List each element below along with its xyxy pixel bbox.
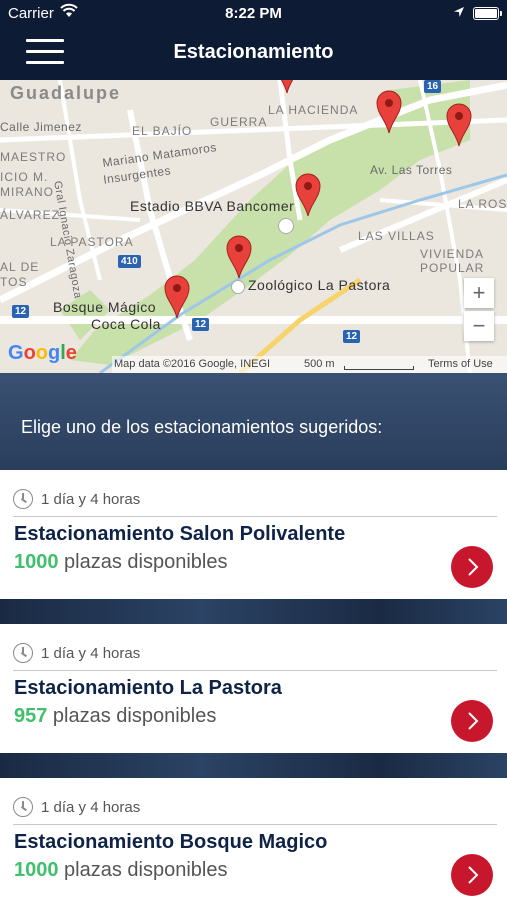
parking-pin-icon[interactable] (295, 173, 321, 217)
map-label-popular: POPULAR (420, 261, 485, 275)
duration-row: 1 día y 4 horas (13, 796, 140, 818)
status-bar: Carrier 8:22 PM (0, 0, 507, 28)
chevron-right-icon (468, 712, 479, 730)
card-separator (0, 599, 507, 624)
status-time: 8:22 PM (225, 5, 282, 22)
map-view[interactable]: Guadalupe LA HACIENDA GUERRA EL BAJÍO Ca… (0, 80, 507, 373)
chevron-right-icon (468, 558, 479, 576)
duration-label: 1 día y 4 horas (41, 490, 141, 508)
card-separator (0, 753, 507, 778)
available-count: 1000 (14, 859, 59, 881)
map-label-vivienda: VIVIENDA (420, 247, 485, 261)
highway-shield: 12 (192, 318, 210, 331)
map-attribution: Map data ©2016 Google, INEGI (114, 358, 271, 370)
map-label-estadio: Estadio BBVA Bancomer (130, 198, 295, 214)
map-label-coca-cola: Coca Cola (91, 316, 161, 332)
parking-name: Estacionamiento Bosque Magico (14, 831, 328, 853)
parking-card[interactable]: 1 día y 4 horas Estacionamiento La Pasto… (0, 624, 507, 753)
map-label-alvarez: ÁLVAREZ (0, 208, 60, 222)
parking-pin-icon[interactable] (226, 235, 252, 279)
highway-shield: 16 (424, 80, 442, 93)
highway-shield: 410 (118, 255, 141, 268)
divider (13, 824, 497, 825)
map-label-tos: TOS (0, 275, 28, 289)
available-count: 1000 (14, 551, 59, 573)
map-label-la-pastora: LA PASTORA (50, 235, 134, 249)
availability: 1000 plazas disponibles (14, 859, 228, 882)
location-arrow-icon (453, 5, 465, 22)
map-label-guerra: GUERRA (210, 115, 268, 129)
select-parking-button[interactable] (451, 546, 493, 588)
available-suffix: plazas disponibles (47, 705, 217, 727)
divider (13, 670, 497, 671)
select-parking-button[interactable] (451, 700, 493, 742)
map-terms-link[interactable]: Terms of Use (428, 358, 493, 370)
map-label-bosque-magico: Bosque Mágico (53, 299, 157, 315)
zoom-in-button[interactable]: + (464, 278, 494, 308)
availability: 957 plazas disponibles (14, 705, 216, 728)
available-count: 957 (14, 705, 48, 727)
map-label-guadalupe: Guadalupe (10, 83, 122, 103)
parking-name: Estacionamiento La Pastora (14, 677, 282, 699)
duration-label: 1 día y 4 horas (41, 644, 141, 662)
zoo-icon (231, 280, 245, 294)
map-label-la-ros: LA ROS (458, 197, 507, 211)
chevron-right-icon (468, 866, 479, 884)
parking-card[interactable]: 1 día y 4 horas Estacionamiento Salon Po… (0, 470, 507, 599)
clock-icon (13, 797, 33, 817)
google-logo: Google (8, 342, 77, 364)
battery-icon (473, 7, 502, 20)
suggestion-header: Elige uno de los estacionamientos sugeri… (0, 373, 507, 470)
map-scale-label: 500 m (304, 358, 335, 370)
select-parking-button[interactable] (451, 854, 493, 896)
map-label-av-las-torres: Av. Las Torres (370, 163, 453, 177)
map-label-la-hacienda: LA HACIENDA (268, 103, 359, 117)
stadium-icon (278, 218, 294, 234)
availability: 1000 plazas disponibles (14, 551, 228, 574)
parking-pin-icon[interactable] (164, 275, 190, 319)
highway-shield: 12 (343, 330, 361, 343)
suggestion-prompt: Elige uno de los estacionamientos sugeri… (21, 417, 383, 437)
available-suffix: plazas disponibles (58, 859, 228, 881)
parking-pin-icon[interactable] (274, 80, 300, 94)
map-label-icio: ICIO M. (0, 170, 49, 184)
available-suffix: plazas disponibles (58, 551, 228, 573)
navigation-bar: Estacionamiento (0, 28, 507, 80)
map-label-maestro: MAESTRO (0, 150, 67, 164)
page-title: Estacionamiento (173, 41, 334, 63)
duration-row: 1 día y 4 horas (13, 642, 140, 664)
map-attribution-bar: Map data ©2016 Google, INEGI 500 m Terms… (112, 356, 507, 373)
map-label-al-de: AL DE (0, 260, 40, 274)
parking-card[interactable]: 1 día y 4 horas Estacionamiento Bosque M… (0, 778, 507, 900)
clock-icon (13, 643, 33, 663)
duration-row: 1 día y 4 horas (13, 488, 140, 510)
highway-shield: 12 (12, 305, 30, 318)
zoom-out-button[interactable]: − (464, 311, 494, 341)
clock-icon (13, 489, 33, 509)
map-label-zoologico: Zoológico La Pastora (248, 277, 391, 293)
divider (13, 516, 497, 517)
map-label-mirano: MIRANO (0, 185, 54, 199)
map-label-el-bajio: EL BAJÍO (132, 124, 193, 138)
duration-label: 1 día y 4 horas (41, 798, 141, 816)
map-label-calle-jimenez: Calle Jimenez (0, 120, 82, 134)
parking-pin-icon[interactable] (446, 103, 472, 147)
parking-pin-icon[interactable] (376, 90, 402, 134)
parking-name: Estacionamiento Salon Polivalente (14, 523, 346, 545)
map-scale-bar (344, 366, 414, 370)
map-label-las-villas: LAS VILLAS (358, 229, 435, 243)
